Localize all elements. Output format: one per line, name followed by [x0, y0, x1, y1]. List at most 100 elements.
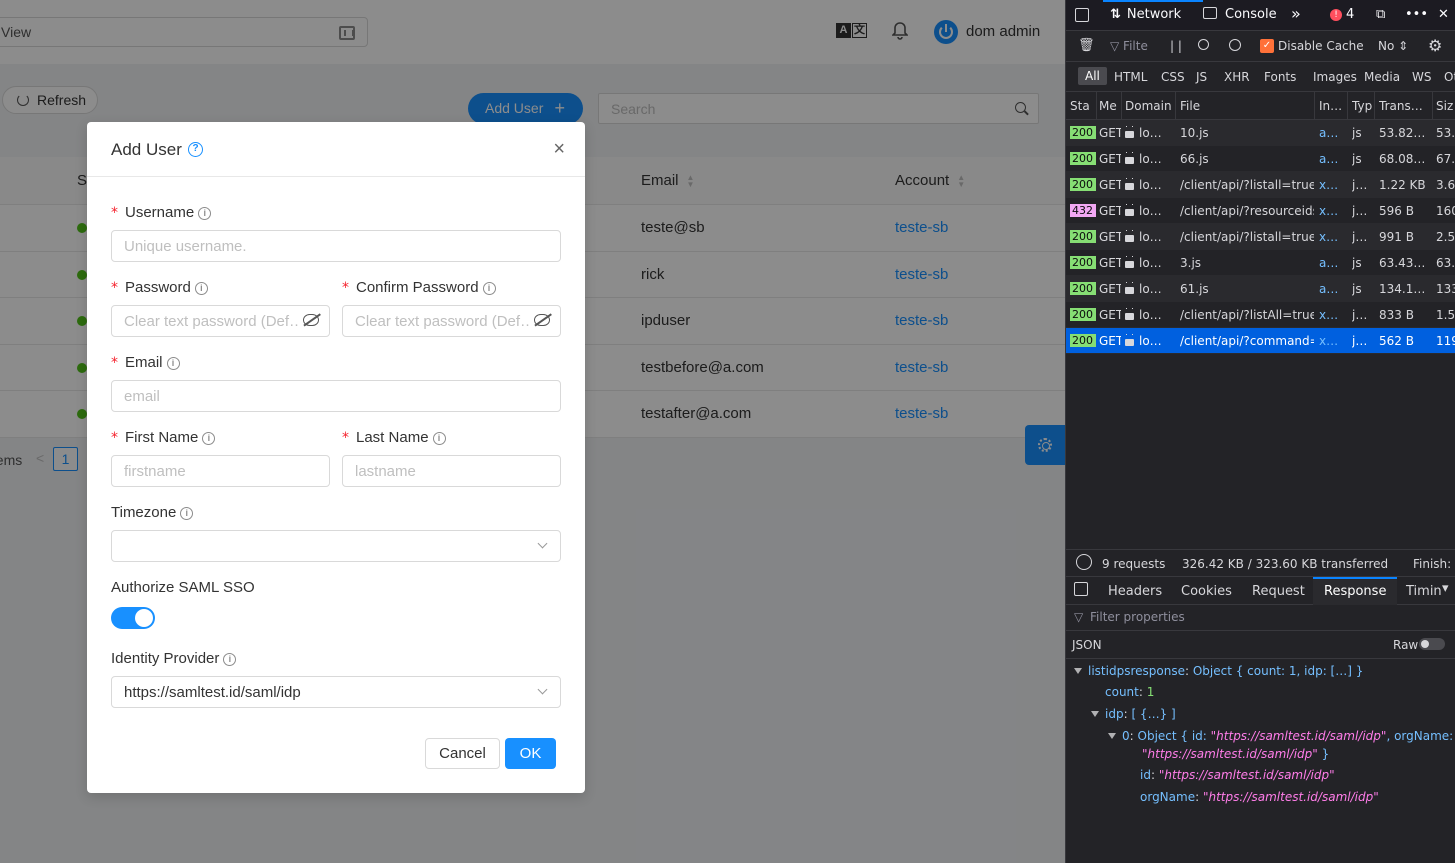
expand-triangle-icon[interactable] — [1091, 711, 1099, 717]
saml-sso-toggle[interactable] — [111, 607, 155, 629]
ok-button[interactable]: OK — [505, 738, 556, 769]
col-type[interactable]: Typ — [1352, 99, 1372, 113]
tab-response[interactable]: Response — [1313, 577, 1398, 605]
dock-icon[interactable]: ⧉ — [1376, 7, 1385, 22]
col-status[interactable]: Sta — [1070, 99, 1096, 113]
search-icon[interactable] — [1198, 39, 1209, 50]
raw-toggle[interactable] — [1419, 638, 1445, 650]
app-area: View A文 dom admin Refresh Add User + Sea… — [0, 0, 1065, 863]
json-summary: , orgName: — [1386, 729, 1454, 743]
pause-button[interactable]: | | — [1170, 39, 1182, 53]
tab-headers[interactable]: Headers — [1108, 584, 1162, 599]
info-icon[interactable]: i — [482, 282, 496, 295]
eye-invisible-icon[interactable] — [303, 314, 319, 326]
request-domain-cell: lo… — [1125, 308, 1175, 322]
col-file[interactable]: File — [1180, 99, 1310, 113]
overflow-menu-icon[interactable]: ••• — [1405, 7, 1428, 22]
filter-input[interactable]: ▽ Filte — [1110, 39, 1148, 53]
request-row[interactable]: 200 GET lo… /client/api/?listall=true& x… j… 9… — [1066, 224, 1455, 250]
filter-media[interactable]: Media — [1364, 70, 1400, 84]
col-initiator[interactable]: In… — [1319, 99, 1345, 113]
json-item-node-cont: "https://samltest.id/saml/idp" } — [1142, 747, 1329, 761]
request-row[interactable]: 200 GET lo… /client/api/?listAll=true& x… j… 8… — [1066, 302, 1455, 328]
request-type: js — [1352, 256, 1362, 270]
tab-console[interactable]: Console — [1203, 7, 1277, 22]
toggle-panel-icon[interactable] — [1074, 582, 1088, 596]
timer-icon[interactable] — [1076, 554, 1092, 570]
info-icon[interactable]: i — [180, 507, 194, 520]
block-icon[interactable] — [1229, 39, 1241, 51]
request-row[interactable]: 200GET lo… 3.js a… js 63.43… 63.1 — [1066, 250, 1455, 276]
throttle-select[interactable]: No ⇕ — [1378, 39, 1408, 53]
trash-icon[interactable]: 🗑 — [1078, 38, 1095, 53]
identity-provider-select[interactable]: https://samltest.id/saml/idp — [111, 676, 561, 708]
password-input[interactable]: Clear text password (Def… — [111, 305, 330, 337]
tab-request[interactable]: Request — [1252, 584, 1305, 599]
json-root-node[interactable]: listidpsresponse: Object { count: 1, idp… — [1074, 664, 1363, 678]
request-status: 200 — [1070, 230, 1096, 243]
requests-list: 200GETlo…10.jsa…js53.82…53.5200GETlo…66.… — [1066, 120, 1455, 354]
timezone-select[interactable] — [111, 530, 561, 562]
gear-icon[interactable]: ⚙ — [1428, 36, 1442, 55]
request-row[interactable]: 200GET lo… 66.js a… js 68.08… 67.8 — [1066, 146, 1455, 172]
tab-network[interactable]: ⇅ Network — [1110, 7, 1181, 22]
filter-images[interactable]: Images — [1313, 70, 1357, 84]
eye-invisible-icon[interactable] — [534, 314, 550, 326]
help-icon[interactable]: ? — [188, 142, 203, 157]
expand-triangle-icon[interactable] — [1108, 733, 1116, 739]
filter-other[interactable]: Ot — [1444, 70, 1455, 84]
filter-js[interactable]: JS — [1196, 70, 1207, 84]
filter-css[interactable]: CSS — [1161, 70, 1185, 84]
active-tab-indicator — [1103, 0, 1203, 2]
col-method[interactable]: Me — [1099, 99, 1121, 113]
filter-all[interactable]: All — [1078, 67, 1107, 85]
request-row[interactable]: 432GET lo… /client/api/?resourceids= x… j… 59… — [1066, 198, 1455, 224]
info-icon[interactable]: i — [194, 282, 208, 295]
disable-cache-checkbox[interactable]: ✓ — [1260, 39, 1274, 53]
request-type: j… — [1352, 204, 1368, 218]
tab-timings[interactable]: Timin — [1406, 584, 1442, 599]
request-row[interactable]: 200 GET lo… /client/api/?listall=true& x… j… 1… — [1066, 172, 1455, 198]
filter-xhr[interactable]: XHR — [1224, 70, 1250, 84]
element-picker-icon[interactable] — [1075, 8, 1089, 22]
col-domain[interactable]: Domain — [1125, 99, 1175, 113]
json-item-node[interactable]: 0: Object { id: "https://samltest.id/sam… — [1108, 729, 1453, 743]
request-row[interactable]: 200GET lo… 61.js a… js 134.1… 133 — [1066, 276, 1455, 302]
cancel-button[interactable]: Cancel — [425, 738, 500, 769]
filter-fonts[interactable]: Fonts — [1264, 70, 1296, 84]
confirm-password-input[interactable]: Clear text password (Def… — [342, 305, 561, 337]
col-transferred[interactable]: Trans… — [1379, 99, 1429, 113]
first-name-input[interactable]: firstname — [111, 455, 330, 487]
request-initiator: x… — [1319, 204, 1339, 218]
info-icon[interactable]: i — [432, 432, 446, 445]
json-toolbar: JSON Raw — [1066, 631, 1455, 659]
request-row[interactable]: 200 GET lo… /client/api/?command=li x… j… 562 … — [1066, 328, 1455, 354]
confirm-password-label-text: Confirm Password — [356, 279, 479, 296]
request-domain: lo… — [1139, 256, 1162, 270]
filter-html[interactable]: HTML — [1114, 70, 1147, 84]
tab-cookies[interactable]: Cookies — [1181, 584, 1232, 599]
email-field[interactable]: email — [111, 380, 561, 412]
info-icon[interactable]: i — [166, 357, 180, 370]
json-label: JSON — [1072, 638, 1102, 652]
lock-icon — [1125, 209, 1134, 216]
col-size[interactable]: Siz — [1436, 99, 1455, 113]
filter-ws[interactable]: WS — [1412, 70, 1431, 84]
info-icon[interactable]: i — [223, 653, 237, 666]
last-name-input[interactable]: lastname — [342, 455, 561, 487]
email-label: * Email i — [111, 354, 180, 371]
request-row[interactable]: 200GET lo… 10.js a… js 53.82… 53.5 — [1066, 120, 1455, 146]
chevron-down-icon[interactable]: ▾ — [1442, 581, 1449, 596]
request-size: 1.58 — [1436, 308, 1455, 322]
json-idp-node[interactable]: idp: [ {…} ] — [1091, 707, 1176, 721]
username-input[interactable]: Unique username. — [111, 230, 561, 262]
close-icon[interactable]: × — [553, 139, 565, 159]
filter-properties-input[interactable]: ▽ Filter properties — [1066, 605, 1455, 631]
error-count[interactable]: ! 4 — [1330, 7, 1354, 22]
close-devtools-icon[interactable]: ✕ — [1438, 7, 1449, 22]
expand-triangle-icon[interactable] — [1074, 668, 1082, 674]
more-tabs-button[interactable]: » — [1291, 4, 1301, 23]
json-summary: Object { count: 1, idp: […] } — [1192, 664, 1364, 678]
info-icon[interactable]: i — [198, 207, 212, 220]
info-icon[interactable]: i — [202, 432, 216, 445]
